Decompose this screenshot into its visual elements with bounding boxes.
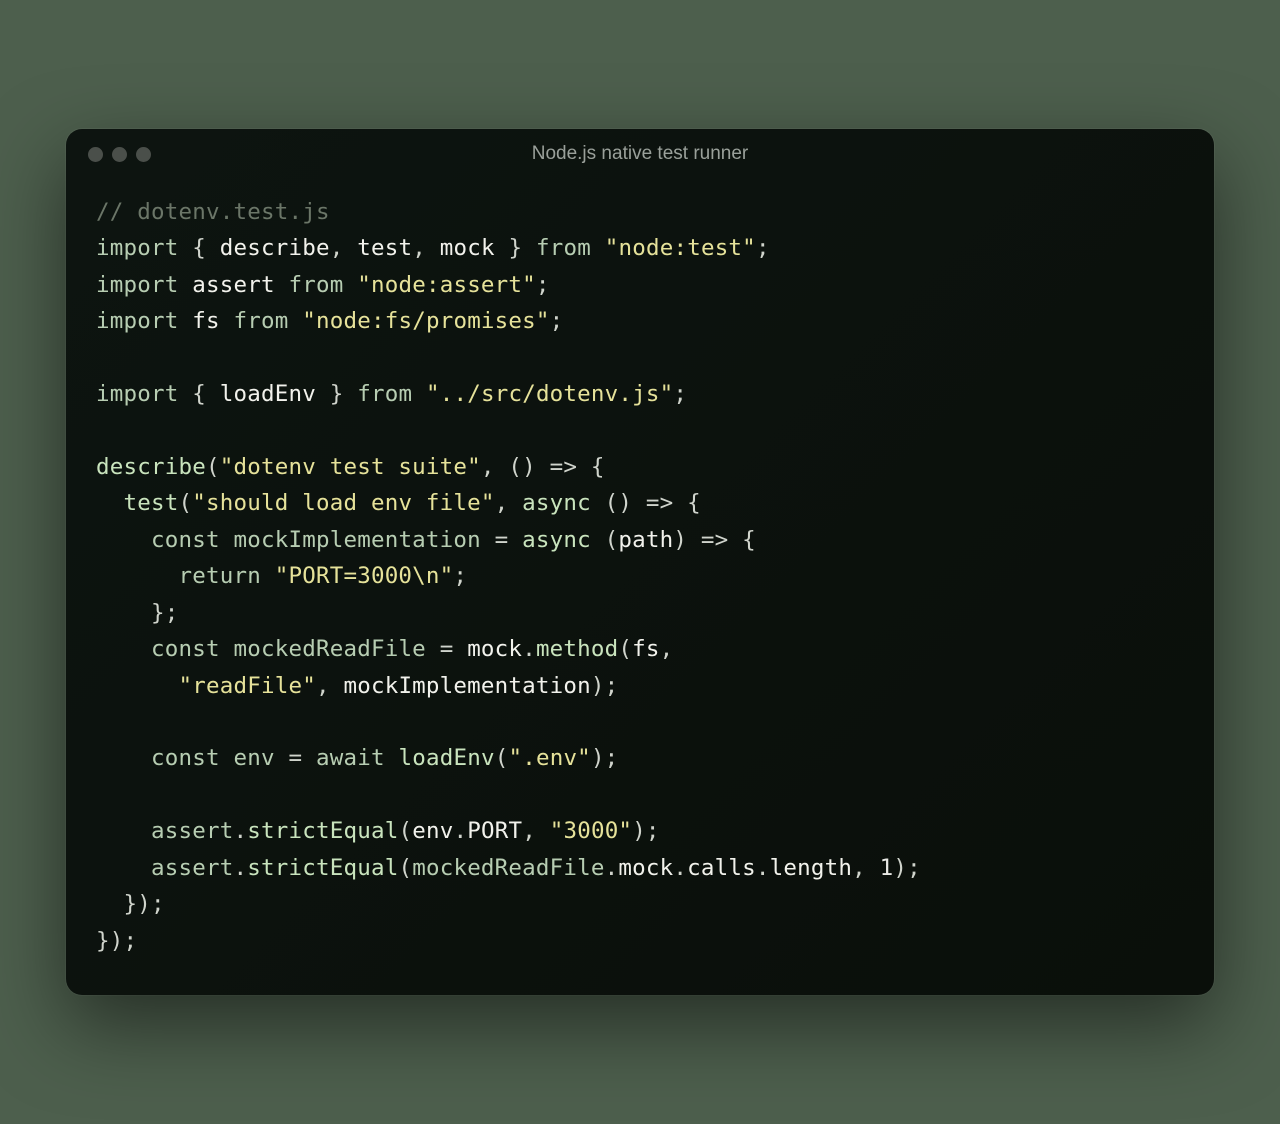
fn-method: method xyxy=(536,636,618,662)
kw-from: from xyxy=(536,235,591,261)
id-loadEnv: loadEnv xyxy=(220,381,316,407)
window-controls xyxy=(88,147,151,162)
brace: } xyxy=(508,235,522,261)
id-mock: mock xyxy=(440,235,495,261)
code-comment: // dotenv.test.js xyxy=(96,199,330,225)
id-describe: describe xyxy=(220,235,330,261)
id-fs: fs xyxy=(192,308,220,334)
fn-describe: describe xyxy=(96,454,206,480)
brace: { xyxy=(192,235,206,261)
id-mockImplementation: mockImplementation xyxy=(233,527,480,553)
id-assert: assert xyxy=(192,272,274,298)
window-title: Node.js native test runner xyxy=(66,143,1214,165)
str: "node:test" xyxy=(605,235,756,261)
maximize-icon[interactable] xyxy=(136,147,151,162)
id-mockedReadFile: mockedReadFile xyxy=(233,636,425,662)
id-env: env xyxy=(233,745,274,771)
minimize-icon[interactable] xyxy=(112,147,127,162)
kw-import: import xyxy=(96,235,178,261)
fn-strictEqual: strictEqual xyxy=(247,818,398,844)
fn-test: test xyxy=(124,490,179,516)
close-icon[interactable] xyxy=(88,147,103,162)
fn-loadEnv: loadEnv xyxy=(398,745,494,771)
id-test: test xyxy=(357,235,412,261)
code-window: Node.js native test runner // dotenv.tes… xyxy=(66,129,1214,995)
code-block: // dotenv.test.js import { describe, tes… xyxy=(66,176,1214,995)
id-path: path xyxy=(618,527,673,553)
titlebar: Node.js native test runner xyxy=(66,129,1214,176)
